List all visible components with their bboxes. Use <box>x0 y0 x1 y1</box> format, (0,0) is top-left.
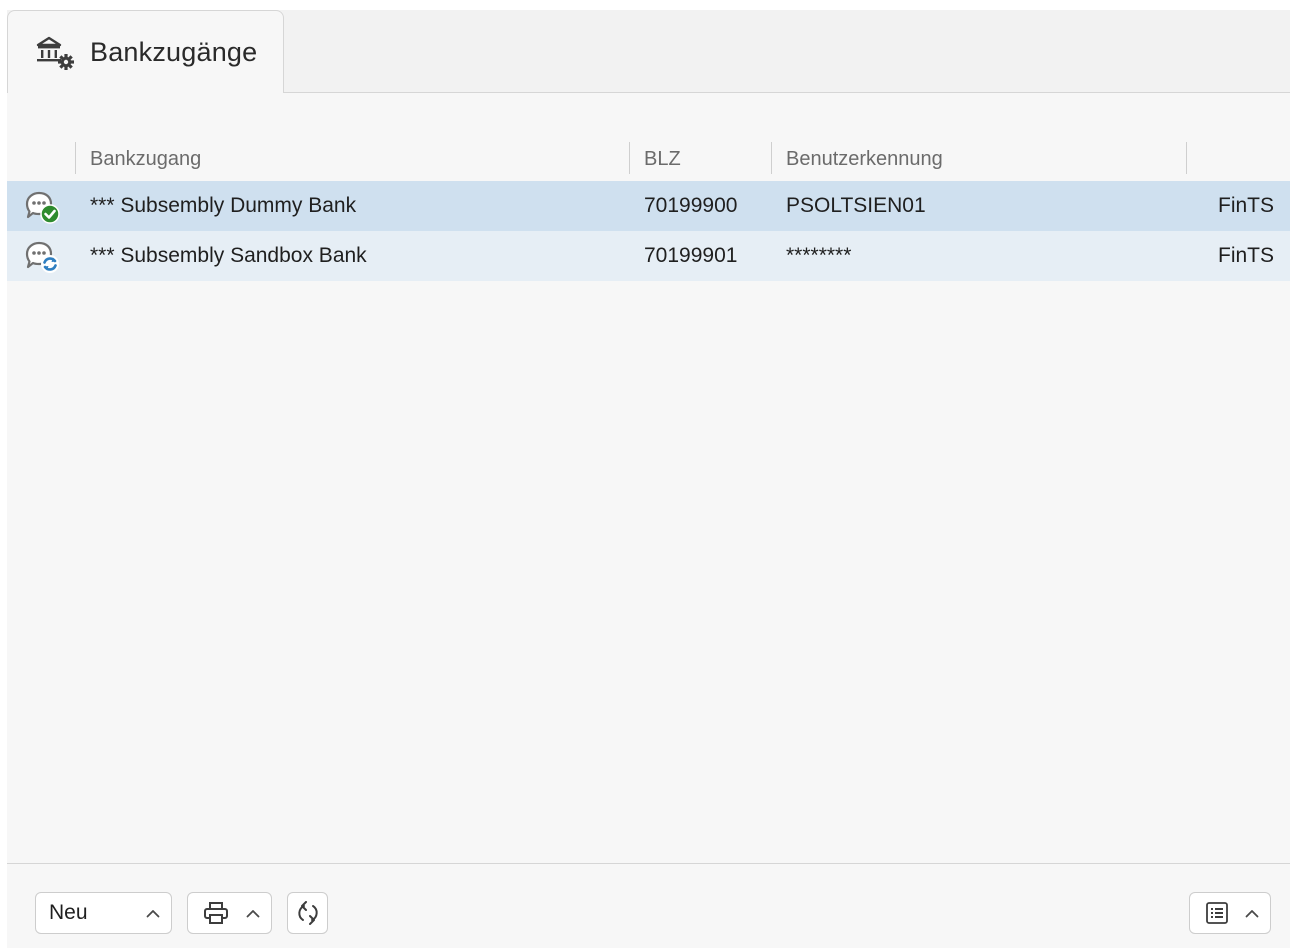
new-button[interactable]: Neu <box>35 892 172 934</box>
chevron-up-icon[interactable] <box>1245 909 1259 918</box>
cell-type: FinTS <box>1218 194 1275 217</box>
app-window: Bankzugänge Bankzugang BLZ Benutzerkennu… <box>7 10 1290 948</box>
bank-settings-icon <box>36 36 74 70</box>
view-options-button[interactable] <box>1189 892 1271 934</box>
column-header-blz[interactable]: BLZ <box>630 144 771 178</box>
tab-title: Bankzugänge <box>90 37 258 67</box>
chat-sync-icon <box>25 241 59 273</box>
cell-bankzugang: *** Subsembly Sandbox Bank <box>90 244 367 267</box>
cell-benutzerkennung: ******** <box>786 244 852 267</box>
table-row[interactable]: *** Subsembly Sandbox Bank 70199901 ****… <box>7 231 1290 281</box>
refresh-icon <box>298 901 318 925</box>
cell-blz: 70199900 <box>644 194 738 217</box>
print-button[interactable] <box>187 892 272 934</box>
cell-blz: 70199901 <box>644 244 738 267</box>
cell-bankzugang: *** Subsembly Dummy Bank <box>90 194 357 217</box>
new-button-label: Neu <box>49 901 88 924</box>
column-header-benutzerkennung[interactable]: Benutzerkennung <box>772 144 1186 178</box>
refresh-button[interactable] <box>287 892 328 934</box>
printer-icon <box>204 902 228 924</box>
cell-benutzerkennung: PSOLTSIEN01 <box>786 194 926 217</box>
chat-check-icon <box>25 191 60 224</box>
tab-bankzugaenge[interactable]: Bankzugänge <box>7 10 284 93</box>
chevron-up-icon[interactable] <box>146 909 160 918</box>
list-view-icon <box>1206 902 1228 924</box>
cell-type: FinTS <box>1218 244 1275 267</box>
footer-divider <box>7 863 1290 864</box>
table-header: Bankzugang BLZ Benutzerkennung <box>7 138 1290 180</box>
column-header-bankzugang[interactable]: Bankzugang <box>76 144 629 178</box>
column-header-type[interactable] <box>1187 144 1287 178</box>
table-row[interactable]: *** Subsembly Dummy Bank 70199900 PSOLTS… <box>7 181 1290 231</box>
chevron-up-icon[interactable] <box>246 909 260 918</box>
